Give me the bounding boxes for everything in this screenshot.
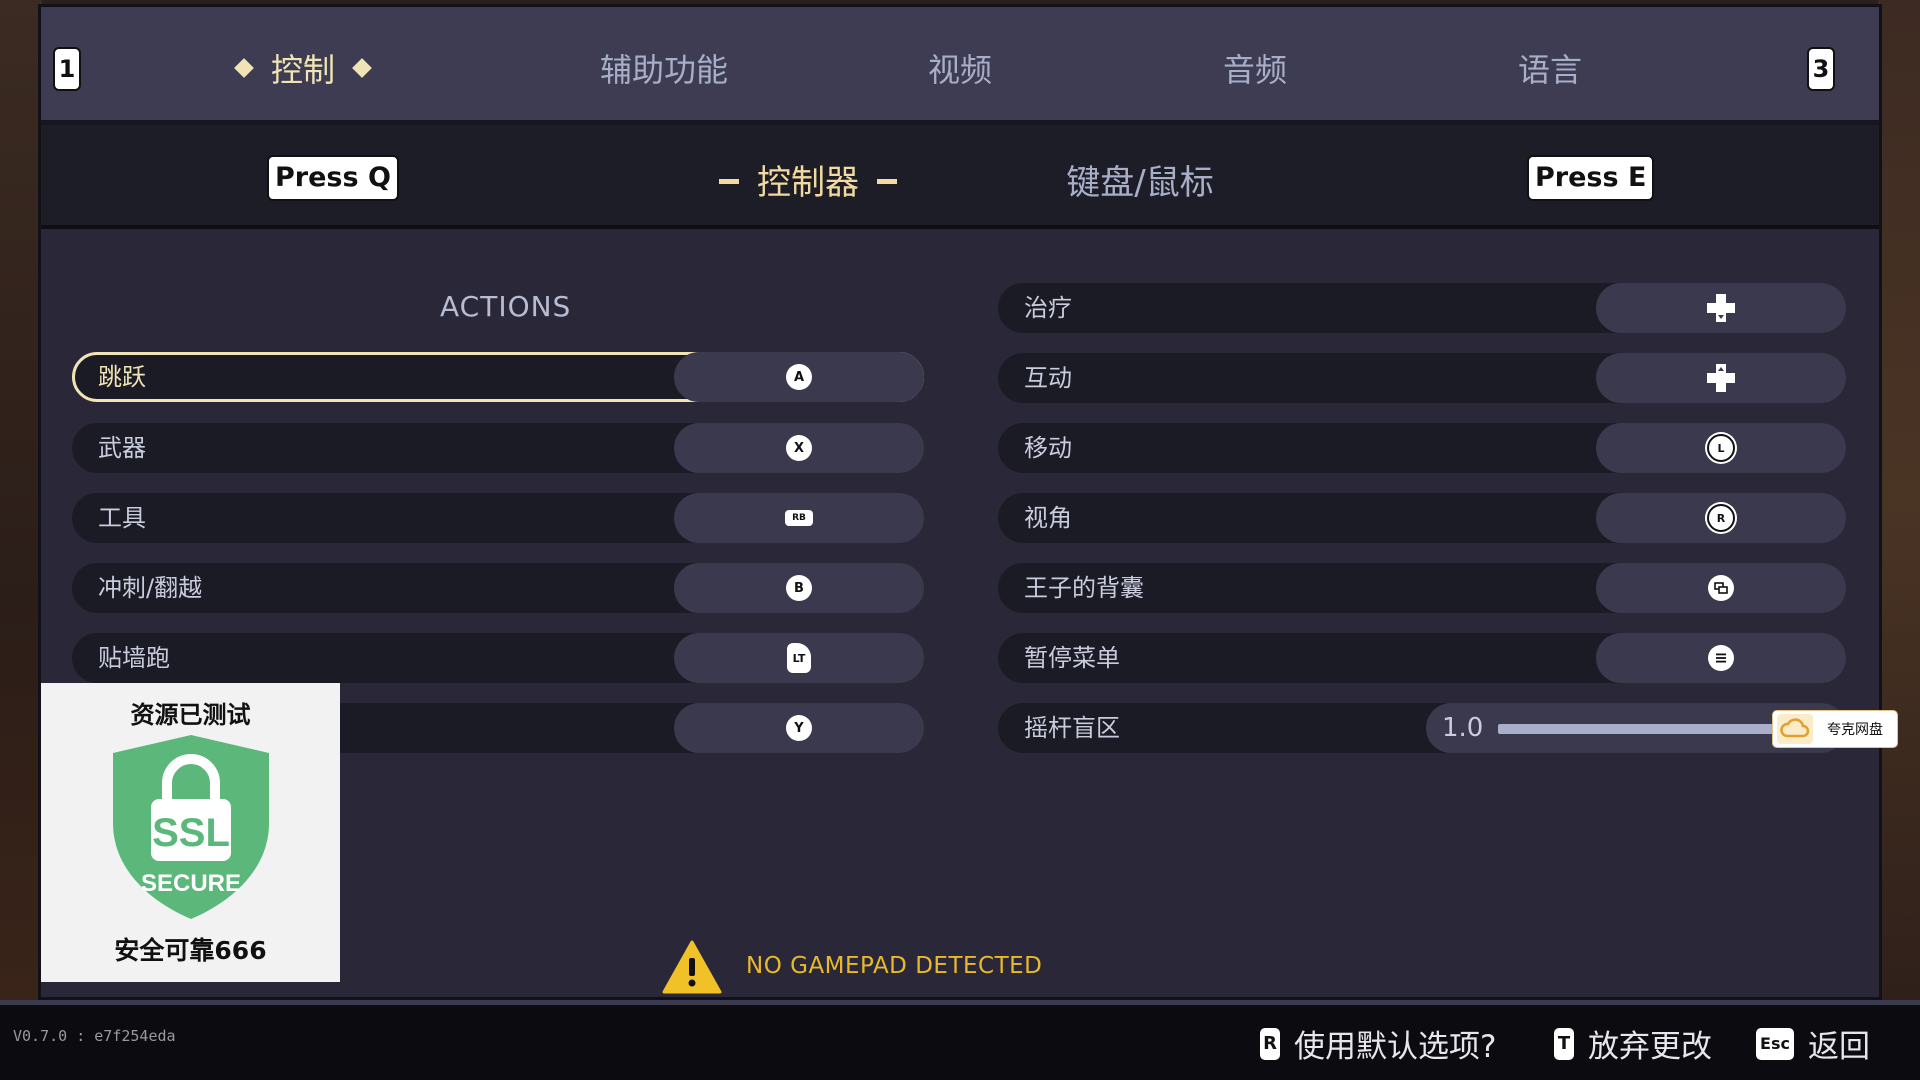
next-tab-key-hint[interactable]: 3 bbox=[1807, 47, 1835, 91]
hint-label: 使用默认选项? bbox=[1294, 1029, 1497, 1065]
background-art-left bbox=[0, 0, 42, 1000]
binding-row-backpack[interactable]: 王子的背囊 bbox=[998, 563, 1846, 613]
binding-slot[interactable]: B bbox=[674, 563, 924, 613]
key-r-badge: R bbox=[1260, 1027, 1280, 1060]
deadzone-row[interactable]: 摇杆盲区 1.0 bbox=[998, 703, 1846, 753]
hint-label: 放弃更改 bbox=[1588, 1029, 1712, 1065]
binding-slot[interactable]: L bbox=[1596, 423, 1846, 473]
binding-slot[interactable]: RB bbox=[674, 493, 924, 543]
tab-video[interactable]: 视频 bbox=[928, 45, 992, 91]
dpad-down-icon bbox=[1707, 294, 1735, 322]
back-hint[interactable]: Esc 返回 bbox=[1756, 1021, 1870, 1066]
diamond-icon bbox=[234, 58, 254, 78]
binding-label: 移动 bbox=[1024, 434, 1072, 462]
diamond-icon bbox=[352, 58, 372, 78]
a-button-icon: A bbox=[786, 364, 812, 390]
dpad-up-icon bbox=[1707, 364, 1735, 392]
binding-slot[interactable] bbox=[1596, 283, 1846, 333]
subtab-keyboard-mouse[interactable]: 键盘/鼠标 bbox=[1066, 155, 1213, 204]
b-button-icon: B bbox=[786, 575, 812, 601]
binding-row-camera[interactable]: 视角 R bbox=[998, 493, 1846, 543]
binding-slot[interactable]: R bbox=[1596, 493, 1846, 543]
key-esc-badge: Esc bbox=[1756, 1027, 1794, 1060]
no-gamepad-warning: NO GAMEPAD DETECTED bbox=[746, 953, 1043, 979]
version-label: V0.7.0 : e7f254eda bbox=[13, 1027, 176, 1045]
slider-track[interactable] bbox=[1498, 724, 1778, 734]
binding-row-heal[interactable]: 治疗 bbox=[998, 283, 1846, 333]
right-stick-icon: R bbox=[1707, 504, 1735, 532]
watermark-top-text: 资源已测试 bbox=[130, 701, 251, 729]
binding-label: 暂停菜单 bbox=[1024, 644, 1120, 672]
binding-label: 王子的背囊 bbox=[1024, 574, 1144, 602]
next-subtab-key-hint[interactable]: Press E bbox=[1527, 155, 1655, 201]
binding-slot[interactable] bbox=[1596, 563, 1846, 613]
actions-header: ACTIONS bbox=[440, 290, 572, 323]
cloud-drive-badge[interactable]: 夸克网盘 bbox=[1772, 710, 1898, 748]
tab-language[interactable]: 语言 bbox=[1518, 45, 1582, 91]
rb-bumper-icon: RB bbox=[785, 510, 813, 526]
secure-text: SECURE bbox=[141, 870, 241, 897]
binding-label: 视角 bbox=[1024, 504, 1072, 532]
view-button-icon bbox=[1708, 575, 1734, 601]
cloud-drive-label: 夸克网盘 bbox=[1827, 722, 1883, 738]
hint-label: 返回 bbox=[1808, 1029, 1870, 1065]
prev-subtab-key-hint[interactable]: Press Q bbox=[267, 155, 399, 201]
deadzone-value: 1.0 bbox=[1442, 713, 1484, 743]
prev-tab-key-hint[interactable]: 1 bbox=[53, 47, 81, 91]
binding-label: 治疗 bbox=[1024, 294, 1072, 322]
cloud-icon bbox=[1777, 714, 1813, 744]
menu-button-icon bbox=[1708, 645, 1734, 671]
binding-row-tool[interactable]: 工具 RB bbox=[72, 493, 924, 543]
binding-row-interact[interactable]: 互动 bbox=[998, 353, 1846, 403]
binding-row-jump[interactable]: 跳跃 A bbox=[72, 352, 924, 402]
tab-controls[interactable]: 控制 bbox=[217, 45, 389, 91]
ssl-text: SSL bbox=[152, 811, 230, 855]
binding-row-dash[interactable]: 冲刺/翻越 B bbox=[72, 563, 924, 613]
binding-slot[interactable]: LT bbox=[674, 633, 924, 683]
binding-slot[interactable]: A bbox=[674, 352, 924, 402]
reset-defaults-hint[interactable]: R 使用默认选项? bbox=[1260, 1021, 1496, 1066]
subtab-label: 控制器 bbox=[757, 163, 859, 203]
ssl-watermark: 资源已测试 SSL SECURE 安全可靠666 bbox=[41, 683, 340, 982]
binding-slot[interactable] bbox=[1596, 353, 1846, 403]
discard-changes-hint[interactable]: T 放弃更改 bbox=[1554, 1021, 1712, 1066]
binding-label: 跳跃 bbox=[98, 363, 146, 391]
binding-slot[interactable]: Y bbox=[674, 703, 924, 753]
tab-audio[interactable]: 音频 bbox=[1223, 45, 1287, 91]
y-button-icon: Y bbox=[786, 715, 812, 741]
subtab-controller[interactable]: 控制器 bbox=[701, 155, 915, 204]
tab-accessibility[interactable]: 辅助功能 bbox=[600, 45, 728, 91]
background-art-right bbox=[1878, 0, 1920, 1000]
binding-label: 工具 bbox=[98, 504, 146, 532]
binding-label: 冲刺/翻越 bbox=[98, 574, 203, 602]
shield-lock-icon: SSL SECURE bbox=[113, 735, 269, 919]
sub-tab-bar: Press Q 控制器 键盘/鼠标 Press E bbox=[41, 125, 1879, 229]
binding-row-wallrun[interactable]: 贴墙跑 LT bbox=[72, 633, 924, 683]
binding-row-pause[interactable]: 暂停菜单 bbox=[998, 633, 1846, 683]
warning-icon bbox=[662, 940, 722, 994]
binding-label: 贴墙跑 bbox=[98, 644, 170, 672]
lt-trigger-icon: LT bbox=[787, 643, 811, 673]
dash-icon bbox=[719, 179, 739, 184]
binding-label: 互动 bbox=[1024, 364, 1072, 392]
deadzone-label: 摇杆盲区 bbox=[1024, 714, 1120, 742]
binding-slot[interactable]: X bbox=[674, 423, 924, 473]
key-t-badge: T bbox=[1554, 1027, 1574, 1060]
binding-row-move[interactable]: 移动 L bbox=[998, 423, 1846, 473]
tab-label: 控制 bbox=[270, 51, 336, 89]
binding-row-weapon[interactable]: 武器 X bbox=[72, 423, 924, 473]
binding-label: 武器 bbox=[98, 434, 146, 462]
binding-slot[interactable] bbox=[1596, 633, 1846, 683]
dash-icon bbox=[877, 179, 897, 184]
top-tab-bar: 1 控制 辅助功能 视频 音频 语言 3 bbox=[41, 7, 1879, 125]
x-button-icon: X bbox=[786, 435, 812, 461]
watermark-bottom-text: 安全可靠666 bbox=[114, 936, 267, 965]
left-stick-icon: L bbox=[1707, 434, 1735, 462]
